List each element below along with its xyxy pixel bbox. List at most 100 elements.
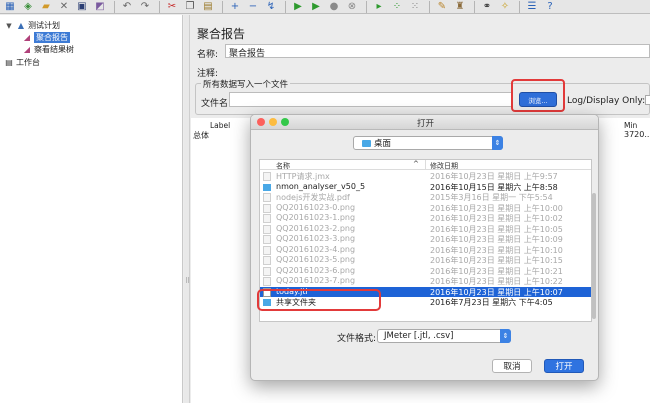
location-value: 桌面	[374, 139, 392, 149]
stop-icon[interactable]: ●	[326, 0, 342, 13]
reset-search-icon[interactable]: ✧	[497, 0, 513, 13]
main-toolbar: ▦ ◈ ▰ ✕ ▣ ◩ ↶ ↷ ✂ ❐ ▤ + − ↯ ▶ ▶ ● ⊗ ▸ ⁘ ⁙ ✎ ♜ ⚭ ✧ ☰?	[0, 0, 650, 14]
help-icon[interactable]: ?	[542, 0, 558, 13]
remote-start-icon[interactable]: ▸	[371, 0, 387, 13]
column-header-date[interactable]: 修改日期	[430, 161, 458, 171]
tree-item-4[interactable]: ▤ 工作台	[4, 57, 40, 68]
divider-grip-icon: ⠿	[185, 277, 191, 285]
file-row[interactable]: QQ20161023-1.png 2016年10月23日 星期日 上午10:02	[260, 213, 591, 224]
start-icon[interactable]: ▶	[290, 0, 306, 13]
column-header-name[interactable]: 名称	[276, 161, 290, 171]
file-icon	[263, 224, 271, 234]
expand-icon[interactable]: +	[227, 0, 243, 13]
save-screenshot-icon[interactable]: ◩	[92, 0, 108, 13]
function-helper-icon[interactable]: ☰	[524, 0, 540, 13]
copy-icon[interactable]: ❐	[182, 0, 198, 13]
log-display-only-checkbox[interactable]	[645, 95, 650, 105]
file-icon	[263, 214, 271, 223]
write-results-group-label: 所有数据写入一个文件	[201, 78, 291, 90]
results-tree-icon: ◢	[23, 45, 31, 54]
file-icon	[263, 277, 271, 286]
file-modified-date: 2016年10月23日 星期日 上午10:21	[430, 266, 563, 276]
file-name: QQ20161023-3.png	[276, 234, 356, 243]
tree-item-1[interactable]: ▼ ▲ 测试计划	[4, 20, 60, 31]
file-icon	[263, 172, 271, 181]
sort-ascending-icon[interactable]: ^	[413, 160, 419, 168]
file-modified-date: 2016年10月23日 星期日 上午9:57	[430, 172, 558, 181]
file-modified-date: 2016年10月23日 星期日 上午10:05	[430, 224, 563, 234]
file-row[interactable]: QQ20161023-0.png 2016年10月23日 星期日 上午10:00	[260, 203, 591, 214]
panel-title: 聚合报告	[197, 27, 246, 41]
file-modified-date: 2016年10月23日 星期日 上午10:02	[430, 214, 563, 223]
file-row[interactable]: QQ20161023-2.png 2016年10月23日 星期日 上午10:05	[260, 223, 591, 235]
cancel-button[interactable]: 取消	[492, 359, 532, 373]
expand-arrow-icon[interactable]: ▼	[4, 21, 14, 31]
paste-icon[interactable]: ▤	[200, 0, 216, 13]
close-file-icon[interactable]: ✕	[56, 0, 72, 13]
name-label: 名称:	[197, 50, 219, 60]
tree-item-2[interactable]: ◢ 聚合报告	[22, 32, 70, 43]
file-row[interactable]: nodejs开发实战.pdf 2015年3月16日 星期一 下午5:54	[260, 192, 591, 203]
file-icon	[263, 245, 271, 255]
file-name: QQ20161023-2.png	[276, 223, 356, 233]
file-row[interactable]: QQ20161023-7.png 2016年10月23日 星期日 上午10:22	[260, 276, 591, 287]
file-list-scrollbar[interactable]	[592, 193, 596, 319]
shutdown-icon[interactable]: ⊗	[344, 0, 360, 13]
toolbar-separator	[285, 0, 286, 13]
file-row[interactable]: nmon_analyser_v50_5 2016年10月15日 星期六 上午8:5…	[260, 181, 591, 193]
toggle-icon[interactable]: ↯	[263, 0, 279, 13]
selected-file-highlight-box	[257, 289, 381, 311]
name-input[interactable]: 聚合报告	[225, 44, 650, 59]
location-select[interactable]: 桌面	[353, 136, 503, 150]
file-row[interactable]: QQ20161023-4.png 2016年10月23日 星期日 上午10:10	[260, 245, 591, 256]
folder-icon	[362, 139, 371, 147]
remote-start-all-icon[interactable]: ⁘	[389, 0, 405, 13]
filename-input[interactable]	[229, 92, 513, 107]
file-row[interactable]: QQ20161023-5.png 2016年10月23日 星期日 上午10:15	[260, 255, 591, 266]
open-icon[interactable]: ▰	[38, 0, 54, 13]
file-row[interactable]: QQ20161023-3.png 2016年10月23日 星期日 上午10:09	[260, 234, 591, 245]
file-format-label: 文件格式:	[337, 334, 377, 344]
undo-icon[interactable]: ↶	[119, 0, 135, 13]
cut-icon[interactable]: ✂	[164, 0, 180, 13]
aggregate-report-icon: ◢	[23, 33, 31, 42]
folder-icon	[263, 183, 271, 191]
file-row[interactable]: QQ20161023-6.png 2016年10月23日 星期日 上午10:21	[260, 266, 591, 277]
save-icon[interactable]: ▣	[74, 0, 90, 13]
column-header-min[interactable]: Min	[624, 121, 637, 130]
test-plan-tree: ▼ ▲ 测试计划 ◢ 聚合报告 ◢ 察看结果树 ▤ 工作台	[0, 15, 183, 403]
split-pane-divider[interactable]: ⠿	[184, 15, 190, 403]
file-name: nmon_analyser_v50_5	[276, 181, 366, 191]
file-list-header: 名称 ^ 修改日期	[260, 160, 591, 171]
open-button[interactable]: 打开	[544, 359, 584, 373]
search-icon[interactable]: ⚭	[479, 0, 495, 13]
toolbar-separator	[222, 0, 223, 13]
browse-highlight-box	[511, 79, 565, 112]
tree-item-label: 聚合报告	[34, 32, 70, 43]
collapse-icon[interactable]: −	[245, 0, 261, 13]
redo-icon[interactable]: ↷	[137, 0, 153, 13]
clear-icon[interactable]: ✎	[434, 0, 450, 13]
new-icon[interactable]: ▦	[2, 0, 18, 13]
template-icon[interactable]: ◈	[20, 0, 36, 13]
column-header-label[interactable]: Label	[210, 121, 230, 130]
toolbar-separator	[114, 0, 115, 13]
file-format-dropdown-arrow-icon[interactable]: ⇕	[500, 329, 511, 343]
tree-item-3[interactable]: ◢ 察看结果树	[22, 44, 74, 55]
file-modified-date: 2016年10月23日 星期日 上午10:07	[430, 287, 563, 297]
workbench-icon: ▤	[5, 58, 13, 67]
file-name: nodejs开发实战.pdf	[276, 193, 350, 202]
file-modified-date: 2016年10月23日 星期日 上午10:22	[430, 277, 563, 286]
clear-all-icon[interactable]: ♜	[452, 0, 468, 13]
location-dropdown-arrow-icon[interactable]: ⇕	[492, 136, 503, 150]
toolbar-separator	[429, 0, 430, 13]
start-no-pause-icon[interactable]: ▶	[308, 0, 324, 13]
file-format-select[interactable]: JMeter [.jtl, .csv]	[377, 329, 511, 343]
tree-item-label: 测试计划	[28, 21, 60, 30]
file-row[interactable]: HTTP请求.jmx 2016年10月23日 星期日 上午9:57	[260, 171, 591, 182]
file-name: QQ20161023-7.png	[276, 276, 356, 285]
file-name: HTTP请求.jmx	[276, 172, 330, 181]
file-icon	[263, 203, 271, 213]
toolbar-separator	[366, 0, 367, 13]
remote-stop-icon[interactable]: ⁙	[407, 0, 423, 13]
